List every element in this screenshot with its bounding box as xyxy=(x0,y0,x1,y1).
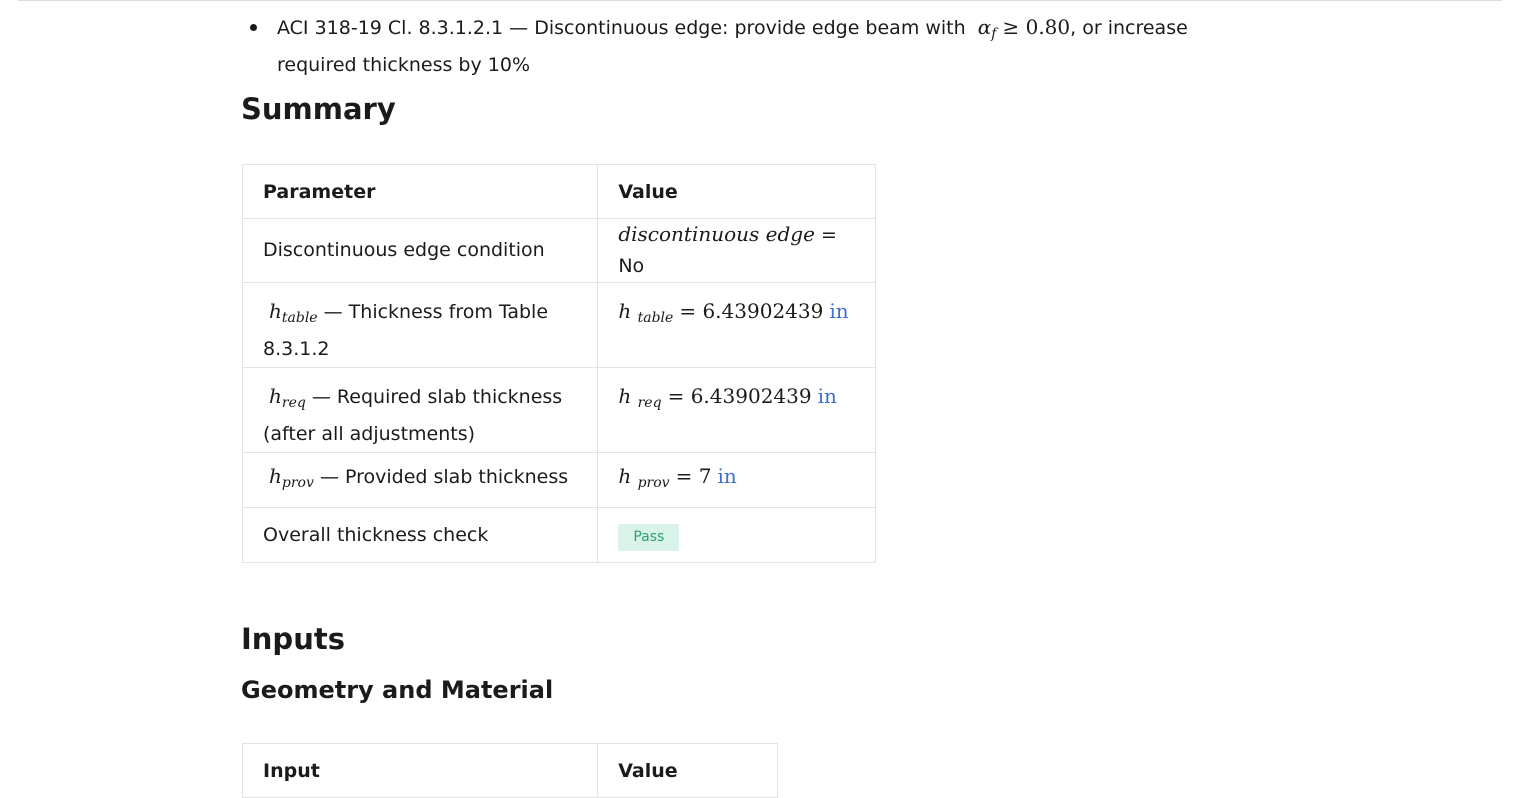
inputs-header-row: Input Value xyxy=(241,743,778,798)
inputs-value-column-header: Value xyxy=(597,743,778,798)
alpha-relation: ≥ 0.80 xyxy=(1002,15,1071,39)
discontinuous-edge-symbol: discontinuous edge xyxy=(618,222,815,246)
value-column-header: Value xyxy=(597,164,876,219)
h-req-value-symbol: h req xyxy=(618,384,662,411)
table-row: Overall thickness check Pass xyxy=(241,507,876,563)
bullet-prefix: ACI 318-19 Cl. 8.3.1.2.1 — Discontinuous… xyxy=(277,17,966,39)
table-row: Discontinuous edge condition discontinuo… xyxy=(241,218,876,283)
param-h-req: hreq — Required slab thickness (after al… xyxy=(241,367,599,453)
h-req-description: — Required slab thickness (after all adj… xyxy=(263,386,563,445)
h-prov-unit: in xyxy=(717,464,737,488)
h-prov-value: = 7 xyxy=(675,464,712,488)
table-row: hprov — Provided slab thickness h prov =… xyxy=(241,452,876,508)
h-table-value-symbol: h table xyxy=(618,299,674,326)
h-prov-symbol: hprov xyxy=(269,464,314,491)
table-row: htable — Thickness from Table 8.3.1.2 h … xyxy=(241,282,876,368)
h-req-value: = 6.43902439 xyxy=(667,384,812,408)
summary-header-row: Parameter Value xyxy=(241,164,876,219)
parameter-column-header: Parameter xyxy=(241,164,599,219)
h-req-symbol: hreq xyxy=(269,384,306,411)
bullet-text: ACI 318-19 Cl. 8.3.1.2.1 — Discontinuous… xyxy=(277,12,1260,81)
table-row: hreq — Required slab thickness (after al… xyxy=(241,367,876,453)
value-discontinuous-edge: discontinuous edge = No xyxy=(597,218,876,283)
h-table-symbol: htable xyxy=(269,299,318,326)
param-overall-check: Overall thickness check xyxy=(241,507,599,563)
value-h-prov: h prov = 7 in xyxy=(597,452,876,508)
pass-status-badge: Pass xyxy=(618,523,680,551)
h-req-unit: in xyxy=(817,384,837,408)
input-column-header: Input xyxy=(241,743,599,798)
h-table-unit: in xyxy=(829,299,849,323)
h-table-value: = 6.43902439 xyxy=(679,299,824,323)
inputs-heading: Inputs xyxy=(241,622,345,656)
inputs-table: Input Value xyxy=(241,743,778,798)
h-prov-description: — Provided slab thickness xyxy=(319,466,569,488)
value-overall-check: Pass xyxy=(597,507,876,563)
h-prov-value-symbol: h prov xyxy=(618,464,670,491)
param-discontinuous-edge: Discontinuous edge condition xyxy=(241,218,599,283)
summary-table: Parameter Value Discontinuous edge condi… xyxy=(241,164,876,563)
bullet-dot xyxy=(250,24,257,31)
value-h-table: h table = 6.43902439 in xyxy=(597,282,876,368)
param-h-prov: hprov — Provided slab thickness xyxy=(241,452,599,508)
value-h-req: h req = 6.43902439 in xyxy=(597,367,876,453)
param-h-table: htable — Thickness from Table 8.3.1.2 xyxy=(241,282,599,368)
geometry-material-subheading: Geometry and Material xyxy=(241,676,554,704)
alpha-symbol: αf xyxy=(977,15,997,42)
summary-heading: Summary xyxy=(241,92,396,126)
code-clause-bullet: ACI 318-19 Cl. 8.3.1.2.1 — Discontinuous… xyxy=(250,12,1260,81)
top-divider xyxy=(18,0,1502,1)
